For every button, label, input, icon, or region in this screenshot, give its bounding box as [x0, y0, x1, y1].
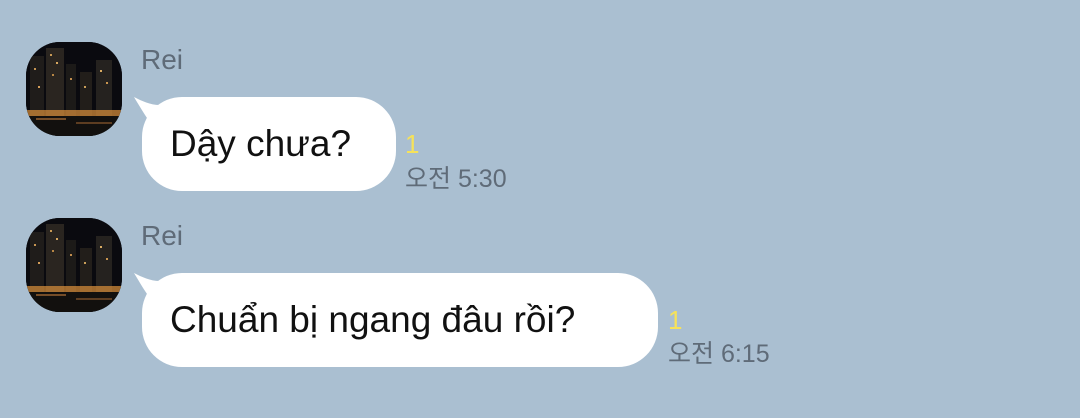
sender-name: Rei: [141, 44, 184, 75]
avatar[interactable]: [26, 218, 122, 312]
message-time: 오전 6:15: [668, 340, 770, 368]
city-night-avatar-icon: [26, 218, 122, 312]
city-night-avatar-icon: [26, 42, 122, 136]
message-bubble[interactable]: Dậy chưa?: [142, 97, 396, 191]
sender-name: Rei: [141, 220, 184, 251]
message-time: 오전 5:30: [405, 165, 507, 193]
avatar[interactable]: [26, 42, 122, 136]
message-bubble[interactable]: Chuẩn bị ngang đâu rồi?: [142, 273, 658, 367]
chat-view: Rei Dậy chưa? 1 오전 5:30 Rei Chuẩn bị nga…: [0, 0, 1080, 418]
unread-count: 1: [668, 305, 683, 335]
message-text: Dậy chưa?: [170, 123, 352, 164]
message-text: Chuẩn bị ngang đâu rồi?: [170, 299, 576, 340]
unread-count: 1: [405, 129, 420, 159]
